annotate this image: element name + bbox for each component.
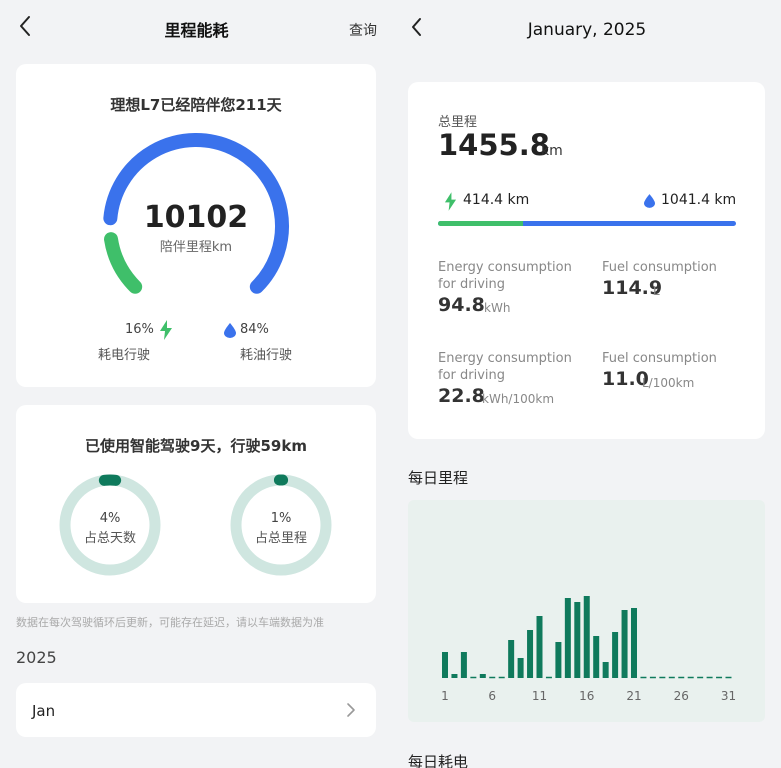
smart-driving-heading: 已使用智能驾驶9天，行驶59km (85, 437, 307, 455)
fuel-drop-icon (644, 194, 655, 208)
daily-mileage-bar (574, 602, 581, 678)
metric-unit: kWh (484, 301, 511, 315)
metric-label: Fuel consumption (602, 260, 717, 275)
lightning-icon (160, 320, 172, 340)
companion-card: 理想L7已经陪伴您211天 10102 陪伴里程km 16% 耗电行驶 84% … (16, 64, 376, 387)
mileage-percentage: 1% (270, 511, 292, 526)
fuel-mileage: 1041.4 km (661, 192, 737, 208)
daily-mileage-bar (602, 662, 609, 678)
mileage-share-label: 占总里程 (254, 531, 307, 546)
daily-mileage-bar (593, 636, 600, 678)
mileage-overview-screen: 里程能耗 查询 理想L7已经陪伴您211天 10102 陪伴里程km 16% 耗… (0, 0, 393, 768)
page-title: 里程能耗 (164, 21, 229, 40)
year-heading: 2025 (16, 648, 57, 667)
chevron-right-icon (347, 703, 355, 717)
total-mileage-unit: km (541, 143, 563, 159)
smart-driving-card: 已使用智能驾驶9天，行驶59km 4% 占总天数 1% 占总里程 (16, 405, 376, 603)
total-mileage-value: 1455.8 (438, 128, 550, 162)
fuel-drop-icon (224, 323, 236, 338)
daily-mileage-chart-svg: 1 6 11 16 21 26 31 (441, 596, 736, 703)
daily-mileage-bar (442, 652, 448, 678)
daily-mileage-bar (536, 616, 543, 678)
daily-mileage-bar (527, 630, 534, 678)
total-mileage-card: 总里程 1455.8 km 414.4 km 1041.4 km Energy … (408, 82, 765, 439)
month-row-jan[interactable]: Jan (16, 683, 376, 737)
daily-mileage-bar (564, 598, 571, 678)
companion-heading: 理想L7已经陪伴您211天 (110, 96, 282, 114)
metric-unit: kWh/100km (482, 392, 555, 406)
companion-mileage-label: 陪伴里程km (159, 240, 233, 255)
data-update-note: 数据在每次驾驶循环后更新，可能存在延迟，请以车端数据为准 (16, 616, 324, 629)
metric-value: 94.8 (438, 294, 485, 316)
x-tick-label: 21 (626, 689, 641, 703)
days-label: 占总天数 (83, 531, 136, 546)
x-tick-label: 16 (579, 689, 594, 703)
daily-mileage-title: 每日里程 (408, 469, 469, 487)
daily-mileage-bar (612, 632, 619, 678)
electric-percentage: 16% (125, 322, 154, 337)
daily-mileage-bar (517, 658, 524, 678)
right-top-bar: January, 2025 (393, 0, 781, 56)
x-tick-label: 26 (674, 689, 689, 703)
metric-value: 22.8 (438, 385, 485, 407)
energy-split-bar (438, 221, 736, 226)
x-tick-label: 1 (441, 689, 449, 703)
lightning-icon (444, 192, 457, 211)
daily-mileage-bar (508, 640, 515, 678)
daily-mileage-bar (451, 674, 458, 678)
fuel-label: 耗油行驶 (240, 348, 293, 363)
daily-mileage-bar (555, 642, 562, 678)
x-tick-label: 31 (721, 689, 736, 703)
metric-label: Energy consumption for driving (438, 351, 572, 383)
x-tick-label: 6 (488, 689, 496, 703)
query-button[interactable]: 查询 (349, 20, 377, 40)
monthly-detail-screen: January, 2025 总里程 1455.8 km 414.4 km 104… (393, 0, 781, 768)
daily-mileage-bar (479, 674, 486, 678)
month-title: January, 2025 (527, 20, 647, 40)
metric-unit: L/100km (642, 376, 695, 390)
daily-mileage-bar (631, 608, 637, 678)
days-percentage: 4% (99, 511, 121, 526)
daily-mileage-bar (583, 596, 590, 678)
electric-split-fill (438, 221, 523, 226)
companion-mileage-value: 10102 (143, 200, 249, 235)
fuel-percentage: 84% (240, 322, 269, 337)
electric-label: 耗电行驶 (98, 348, 151, 363)
metric-label: Energy consumption for driving (438, 260, 572, 292)
metric-label: Fuel consumption (602, 351, 717, 366)
electric-mileage: 414.4 km (463, 192, 530, 208)
daily-mileage-bar (621, 610, 628, 678)
x-tick-label: 11 (532, 689, 547, 703)
daily-mileage-bar (460, 652, 467, 678)
metric-unit: L (653, 284, 660, 298)
daily-mileage-chart: 1 6 11 16 21 26 31 (408, 500, 765, 722)
month-label: Jan (32, 702, 56, 720)
left-top-bar: 里程能耗 查询 (0, 0, 393, 56)
daily-energy-title: 每日耗电 (408, 753, 469, 768)
